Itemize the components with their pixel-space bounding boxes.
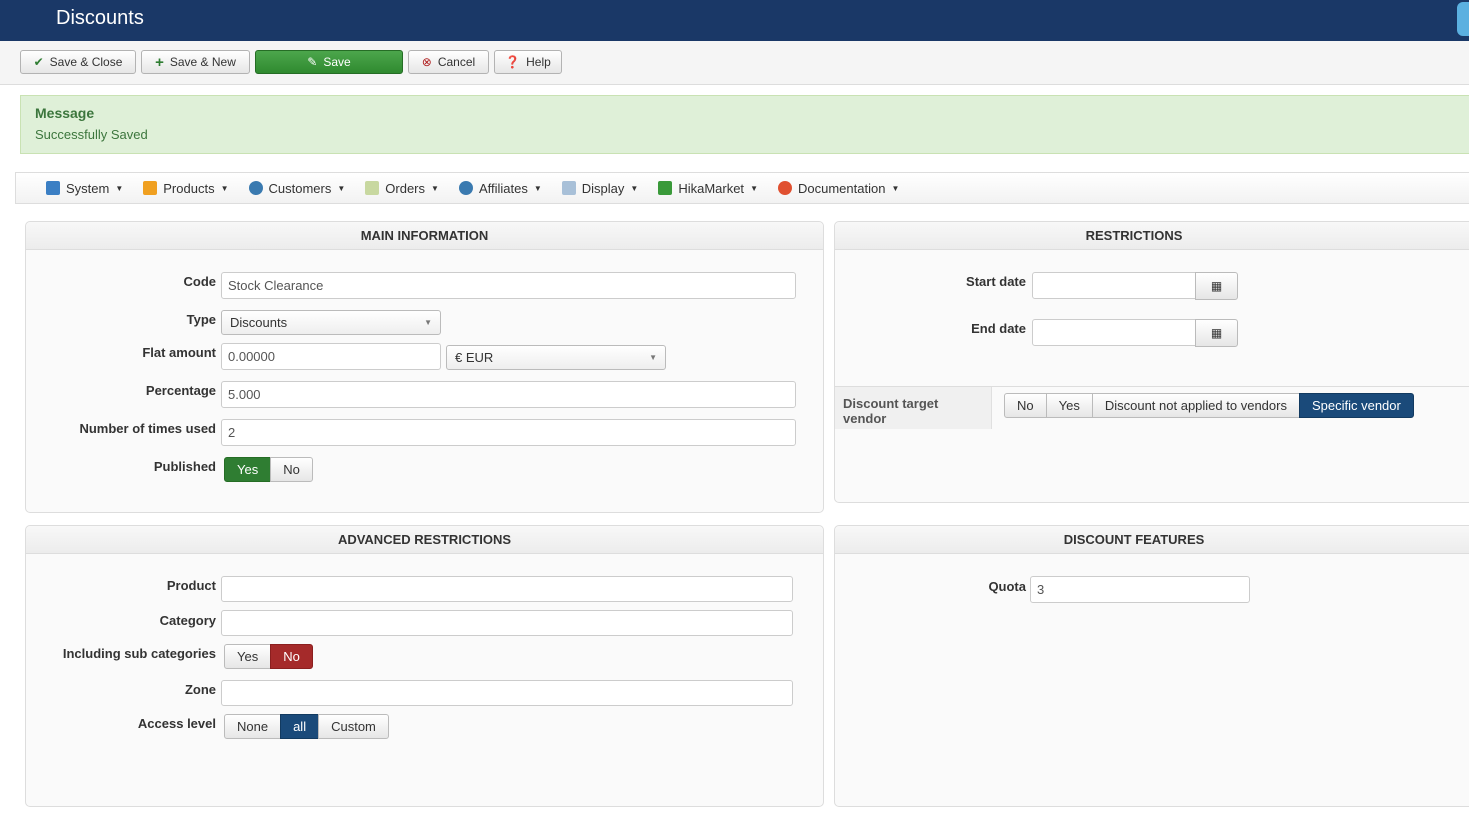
access-none[interactable]: None <box>224 714 282 739</box>
tools-icon <box>46 181 60 195</box>
vendor-option-no[interactable]: No <box>1004 393 1047 418</box>
hikashop-menu: System ▼ Products ▼ Customers ▼ Orders ▼ Aff… <box>15 172 1469 204</box>
vendor-label: Discount target vendor <box>835 387 992 429</box>
box-icon <box>143 181 158 195</box>
type-select[interactable]: Discounts ▼ <box>221 310 441 335</box>
product-label: Product <box>166 578 216 593</box>
edit-icon: ✎ <box>307 55 318 69</box>
panel-title: MAIN INFORMATION <box>26 222 823 250</box>
user-icon <box>248 181 263 195</box>
access-level-label: Access level <box>137 716 216 731</box>
calendar-icon[interactable]: ▦ <box>1195 319 1238 347</box>
calendar-icon[interactable]: ▦ <box>1195 272 1238 300</box>
affiliate-icon <box>458 181 473 195</box>
end-date-input[interactable] <box>1032 319 1197 346</box>
currency-select[interactable]: € EUR ▼ <box>446 345 666 370</box>
sub-categories-yes[interactable]: Yes <box>224 644 272 669</box>
joomla-logo-icon <box>1457 2 1469 36</box>
menu-display[interactable]: Display ▼ <box>561 181 638 196</box>
published-no[interactable]: No <box>270 457 313 482</box>
success-message: Message Successfully Saved <box>20 95 1469 154</box>
menu-hikamarket[interactable]: HikaMarket ▼ <box>658 181 758 196</box>
plus-icon: + <box>155 53 164 71</box>
header: Discounts <box>0 0 1469 41</box>
percentage-label: Percentage <box>145 383 216 398</box>
sub-categories-toggle: Yes No <box>224 644 313 669</box>
code-input[interactable]: Stock Clearance <box>221 272 796 299</box>
save-new-button[interactable]: + Save & New <box>141 50 250 74</box>
end-date-label: End date <box>971 321 1026 336</box>
menu-system[interactable]: System ▼ <box>46 181 123 196</box>
vendor-option-specific[interactable]: Specific vendor <box>1298 393 1414 418</box>
help-icon: ❓ <box>505 55 521 69</box>
toolbar: ✔ Save & Close + Save & New ✎ Save ⊗ Cancel … <box>0 41 1469 85</box>
panel-title: ADVANCED RESTRICTIONS <box>26 526 823 554</box>
save-button[interactable]: ✎ Save <box>255 50 403 74</box>
times-used-label: Number of times used <box>79 421 216 436</box>
main-information-panel: MAIN INFORMATION Code Stock Clearance Ty… <box>25 221 824 513</box>
sub-categories-no[interactable]: No <box>270 644 313 669</box>
check-icon: ✔ <box>33 55 44 69</box>
published-yes[interactable]: Yes <box>224 457 272 482</box>
flat-amount-label: Flat amount <box>142 345 216 360</box>
message-text: Successfully Saved <box>35 127 148 142</box>
published-toggle: Yes No <box>224 457 313 482</box>
zone-input[interactable] <box>221 680 793 706</box>
access-custom[interactable]: Custom <box>318 714 389 739</box>
menu-affiliates[interactable]: Affiliates ▼ <box>458 181 542 196</box>
menu-orders[interactable]: Orders ▼ <box>365 181 439 196</box>
times-used-input[interactable]: 2 <box>221 419 796 446</box>
vendor-option-yes[interactable]: Yes <box>1045 393 1093 418</box>
product-input[interactable] <box>221 576 793 602</box>
dropdown-arrow-icon: ▼ <box>649 353 657 362</box>
advanced-restrictions-panel: ADVANCED RESTRICTIONS Product Category I… <box>25 525 824 807</box>
panel-title: RESTRICTIONS <box>835 222 1469 250</box>
document-icon <box>365 181 380 195</box>
discount-features-panel: DISCOUNT FEATURES Quota 3 <box>834 525 1469 807</box>
menu-documentation[interactable]: Documentation ▼ <box>777 181 899 196</box>
dropdown-arrow-icon: ▼ <box>424 318 432 327</box>
percentage-input[interactable]: 5.000 <box>221 381 796 408</box>
type-label: Type <box>186 312 216 327</box>
menu-products[interactable]: Products ▼ <box>143 181 229 196</box>
type-value: Discounts <box>230 315 288 330</box>
lifebuoy-icon <box>777 181 792 195</box>
quota-input[interactable]: 3 <box>1030 576 1250 603</box>
display-icon <box>561 181 576 195</box>
zone-label: Zone <box>184 682 216 697</box>
access-level-toggle: None all Custom <box>224 714 389 739</box>
save-close-button[interactable]: ✔ Save & Close <box>20 50 136 74</box>
panel-title: DISCOUNT FEATURES <box>835 526 1469 554</box>
start-date-input[interactable] <box>1032 272 1197 299</box>
help-button[interactable]: ❓ Help <box>494 50 562 74</box>
cancel-button[interactable]: ⊗ Cancel <box>408 50 489 74</box>
vendor-option-not-applied[interactable]: Discount not applied to vendors <box>1091 393 1300 418</box>
flat-amount-input[interactable]: 0.00000 <box>221 343 441 370</box>
category-label: Category <box>159 613 216 628</box>
cancel-icon: ⊗ <box>421 55 432 69</box>
currency-value: € EUR <box>455 350 494 365</box>
vendor-toggle: No Yes Discount not applied to vendors S… <box>1004 393 1414 418</box>
restrictions-panel: RESTRICTIONS Start date ▦ End date ▦ Dis… <box>834 221 1469 503</box>
start-date-label: Start date <box>966 274 1026 289</box>
code-label: Code <box>183 274 217 289</box>
hikamarket-icon <box>658 181 673 195</box>
page-title: Discounts <box>56 7 144 29</box>
quota-label: Quota <box>988 579 1026 594</box>
published-label: Published <box>153 459 216 474</box>
sub-categories-label: Including sub categories <box>62 646 216 661</box>
category-input[interactable] <box>221 610 793 636</box>
access-all[interactable]: all <box>280 714 320 739</box>
menu-customers[interactable]: Customers ▼ <box>248 181 345 196</box>
message-title: Message <box>35 105 95 121</box>
